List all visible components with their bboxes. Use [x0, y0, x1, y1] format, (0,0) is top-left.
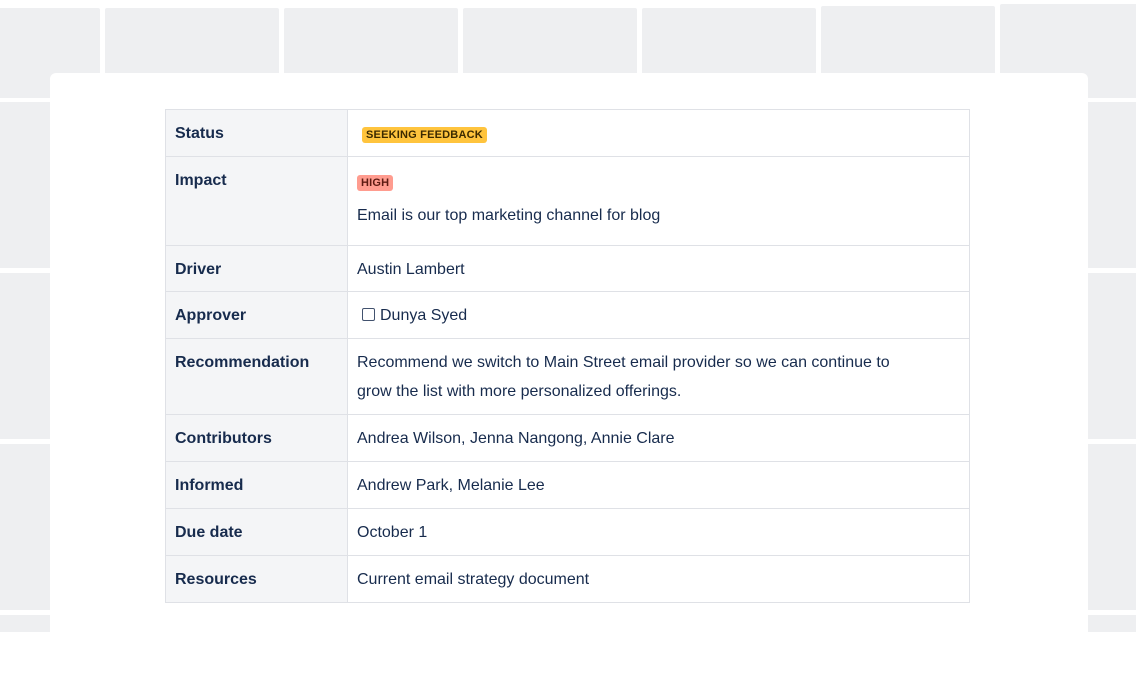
due-date-label: Due date	[175, 524, 243, 541]
informed-label: Informed	[175, 477, 244, 494]
table-row-informed: Informed Andrew Park, Melanie Lee	[165, 461, 970, 509]
driver-value: Austin Lambert	[357, 261, 465, 278]
impact-value-cell: HIGH Email is our top marketing channel …	[347, 156, 970, 246]
due-date-label-cell: Due date	[165, 508, 348, 556]
table-row-approver: Approver Dunya Syed	[165, 291, 970, 339]
recommendation-line-1: Recommend we switch to Main Street email…	[357, 354, 890, 371]
due-date-value-cell: October 1	[347, 508, 970, 556]
approver-value: Dunya Syed	[380, 307, 468, 324]
contributors-label-cell: Contributors	[165, 414, 348, 462]
table-row-impact: Impact HIGH Email is our top marketing c…	[165, 156, 970, 246]
status-lozenge: SEEKING FEEDBACK	[362, 127, 487, 143]
informed-value-cell: Andrew Park, Melanie Lee	[347, 461, 970, 509]
approver-value-cell: Dunya Syed	[347, 291, 970, 339]
driver-value-cell: Austin Lambert	[347, 245, 970, 292]
contributors-value-cell: Andrea Wilson, Jenna Nangong, Annie Clar…	[347, 414, 970, 462]
approver-label-cell: Approver	[165, 291, 348, 339]
table-row-recommendation: Recommendation Recommend we switch to Ma…	[165, 338, 970, 415]
table-row-driver: Driver Austin Lambert	[165, 245, 970, 292]
resources-value-cell: Current email strategy document	[347, 555, 970, 603]
status-value-cell: SEEKING FEEDBACK	[347, 109, 970, 157]
approver-checkbox[interactable]	[362, 308, 375, 321]
informed-value: Andrew Park, Melanie Lee	[357, 477, 545, 494]
table-row-contributors: Contributors Andrea Wilson, Jenna Nangon…	[165, 414, 970, 462]
contributors-value: Andrea Wilson, Jenna Nangong, Annie Clar…	[357, 430, 675, 447]
resources-label: Resources	[175, 571, 257, 588]
impact-lozenge: HIGH	[357, 175, 394, 191]
resources-label-cell: Resources	[165, 555, 348, 603]
recommendation-label-cell: Recommendation	[165, 338, 348, 415]
due-date-value: October 1	[357, 524, 428, 541]
approver-label: Approver	[175, 307, 247, 324]
impact-label-cell: Impact	[165, 156, 348, 246]
recommendation-label: Recommendation	[175, 354, 310, 371]
impact-label: Impact	[175, 172, 227, 189]
table-row-due-date: Due date October 1	[165, 508, 970, 556]
recommendation-line-2: grow the list with more personalized off…	[357, 383, 682, 400]
driver-label: Driver	[175, 261, 222, 278]
contributors-label: Contributors	[175, 430, 272, 447]
resources-value: Current email strategy document	[357, 571, 590, 588]
status-label: Status	[175, 125, 224, 142]
table-row-status: Status SEEKING FEEDBACK	[165, 109, 970, 157]
impact-description: Email is our top marketing channel for b…	[357, 207, 661, 224]
decision-properties-table: Status SEEKING FEEDBACK Impact HIGH Emai…	[165, 109, 970, 603]
table-row-resources: Resources Current email strategy documen…	[165, 555, 970, 603]
page-card: Status SEEKING FEEDBACK Impact HIGH Emai…	[50, 73, 1088, 673]
status-label-cell: Status	[165, 109, 348, 157]
driver-label-cell: Driver	[165, 245, 348, 292]
recommendation-value-cell: Recommend we switch to Main Street email…	[347, 338, 970, 415]
informed-label-cell: Informed	[165, 461, 348, 509]
